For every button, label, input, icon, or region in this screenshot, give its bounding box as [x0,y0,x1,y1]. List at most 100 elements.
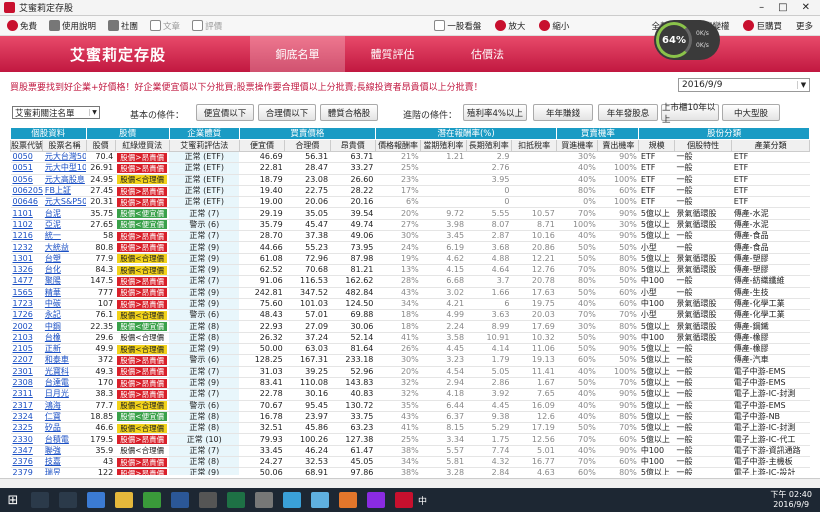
stock-code-link[interactable]: 1101 [10,207,43,220]
folder-icon[interactable] [115,492,133,508]
stock-name-link[interactable]: 矽品 [42,422,87,435]
table-row[interactable]: 1101 台泥 35.75 股價<便宜價 正常 (7) 29.19 35.05 39.54 20… [10,207,810,220]
community-button[interactable]: 社團 [105,19,141,33]
filter-qualified-button[interactable]: 體質合格股 [320,104,378,121]
stock-code-link[interactable]: 00646 [10,196,43,209]
table-row[interactable]: 2301 光寶科 49.3 股價>昂貴價 正常 (7) 31.03 39.25 52.96 20… [10,366,810,378]
stock-code-link[interactable]: 1232 [10,241,43,254]
table-row[interactable]: 1232 大統益 80.8 股價>昂貴價 正常 (9) 44.66 55.23 73.95 24… [10,241,810,254]
stock-name-link[interactable]: 元大台灣50 [42,151,87,164]
table-row[interactable]: 2105 正新 49.9 股價<合理價 正常 (9) 50.00 63.03 81.64 26%… [10,343,810,356]
table-row[interactable]: 00646元大S&P50020.31股價>昂貴價正常 (ETF)19.0020.… [10,196,810,209]
table-row[interactable]: 2330 台積電 179.5 股價>昂貴價 正常 (10) 79.93 100.26 127.… [10,433,810,446]
stock-code-link[interactable]: 1477 [10,275,43,288]
purchased-button[interactable]: 巨購買 [740,19,785,33]
column-header[interactable]: 股票名稱 [42,139,87,152]
table-row[interactable]: 1301 台塑 77.9 股價<合理價 正常 (9) 61.08 72.96 87.98 19%… [10,253,810,265]
column-header[interactable]: 買進機率 [556,139,599,152]
stock-name-link[interactable]: 台橡 [42,332,87,345]
table-row[interactable]: 2308 台達電 170 股價>昂貴價 正常 (9) 83.41 110.08 143.83 3… [10,377,810,390]
taskbar-clock[interactable]: 下午 02:40 2016/9/9 [770,490,820,510]
stock-name-link[interactable]: 中碳 [42,298,87,311]
table-row[interactable]: 1723 中碳 107 股價>昂貴價 正常 (9) 75.60 101.03 124.50 34… [10,298,810,311]
stock-code-link[interactable]: 1726 [10,309,43,322]
table-row[interactable]: 1726 永記 76.1 股價<合理價 警示 (6) 48.43 57.01 69.88 18%… [10,309,810,322]
list-select[interactable]: 艾蜜莉關注名單 ▼ [12,106,100,119]
stock-code-link[interactable]: 2325 [10,422,43,435]
column-header[interactable]: 紅綠燈買法 [114,139,170,152]
table-row[interactable]: 2317 鴻海 77.7 股價<合理價 警示 (6) 70.67 95.45 130.72 35… [10,400,810,412]
zoom-out-button[interactable]: 縮小 [536,19,572,33]
stock-name-link[interactable]: 聚陽 [42,275,87,288]
date-select[interactable]: 2016/9/9 ▼ [678,78,810,92]
stock-code-link[interactable]: 1102 [10,219,43,232]
column-header[interactable]: 艾蜜莉評估法 [168,139,240,152]
stock-code-link[interactable]: 2330 [10,433,43,446]
table-row[interactable]: 2379 瑞昱 122 股價>昂貴價 正常 (9) 50.06 68.91 97.86 38% 3… [10,467,810,475]
column-header[interactable]: 昂貴價 [329,139,376,152]
stock-code-link[interactable]: 006205 [10,185,43,198]
network-gauge[interactable]: 64% 0K/s 0K/s [654,20,720,60]
more-button[interactable]: 更多 [793,19,816,33]
app-icon[interactable] [255,492,273,508]
zoom-in-button[interactable]: 放大 [492,19,528,33]
stock-code-link[interactable]: 2317 [10,400,43,412]
stock-name-link[interactable]: 精華 [42,287,87,299]
stock-code-link[interactable]: 2103 [10,332,43,345]
stock-name-link[interactable]: 元大中型100 [42,162,87,175]
reviews-button[interactable]: 評價 [189,19,225,33]
stock-name-link[interactable]: 仁寶 [42,411,87,424]
table-row[interactable]: 1477 聚陽 147.5 股價>昂貴價 正常 (7) 91.06 116.53 162.62… [10,275,810,288]
column-header[interactable]: 賣出機率 [597,139,640,152]
table-row[interactable]: 0051元大中型10026.91股價>昂貴價正常 (ETF)22.8128.47… [10,162,810,175]
stock-name-link[interactable]: 永記 [42,309,87,322]
stock-code-link[interactable]: 1723 [10,298,43,311]
column-header[interactable]: 長期殖利率 [465,139,512,152]
stock-name-link[interactable]: 光寶科 [42,366,87,378]
excel-icon[interactable] [227,492,245,508]
column-header[interactable]: 產業分類 [731,139,810,152]
quote-button[interactable]: 一股看盤 [431,19,484,33]
stock-code-link[interactable]: 2301 [10,366,43,378]
column-header[interactable]: 個股特性 [673,139,733,152]
filter-below-fair-button[interactable]: 合理價以下 [258,104,316,121]
table-row[interactable]: 0050 元大台灣50 70.4 股價>昂貴價 正常 (ETF) 46.69 56.31 63… [10,151,810,164]
stock-code-link[interactable]: 0051 [10,162,43,175]
free-button[interactable]: 免費 [4,19,40,33]
word-icon[interactable] [171,492,189,508]
stock-name-link[interactable]: 台塑 [42,253,87,265]
table-row[interactable]: 2002 中鋼 22.35 股價<便宜價 正常 (8) 22.93 27.09 30.06 18… [10,320,810,333]
table-row[interactable]: 006205 FB上証 27.45 股價>昂貴價 正常 (ETF) 19.40 22.75 2… [10,185,810,198]
stock-code-link[interactable]: 2311 [10,388,43,401]
column-header[interactable]: 當期殖利率 [420,139,467,152]
stock-code-link[interactable]: 2105 [10,343,43,356]
stock-name-link[interactable]: FB上証 [42,185,87,198]
stock-code-link[interactable]: 1326 [10,264,43,277]
stock-code-link[interactable]: 2324 [10,411,43,424]
emily-app-icon[interactable] [395,492,413,508]
app-icon[interactable] [367,492,385,508]
stock-code-link[interactable]: 1216 [10,230,43,243]
stock-name-link[interactable]: 大統益 [42,241,87,254]
stock-name-link[interactable]: 元大S&P500 [42,196,87,209]
column-header[interactable]: 扣抵稅率 [510,139,558,152]
column-header[interactable]: 股價 [85,139,116,152]
chevron-down-icon[interactable]: ▼ [89,109,99,116]
table-row[interactable]: 2376 技嘉 43 股價>昂貴價 正常 (8) 24.27 32.53 45.05 34% 5.… [10,456,810,469]
filter-listed-button[interactable]: 上市櫃10年以上 [661,103,719,125]
stock-code-link[interactable]: 0056 [10,174,43,186]
table-row[interactable]: 1102 亞泥 27.65 股價<便宜價 警示 (6) 35.79 45.47 49.74 27… [10,219,810,232]
app-icon[interactable] [283,492,301,508]
tab-stock-list[interactable]: 銅底名單 [250,36,345,72]
stock-name-link[interactable]: 台泥 [42,207,87,220]
column-header[interactable]: 股票代號 [10,139,44,152]
stock-code-link[interactable]: 1301 [10,253,43,265]
stock-name-link[interactable]: 日月光 [42,388,87,401]
stock-name-link[interactable]: 正新 [42,343,87,356]
help-button[interactable]: 使用說明 [46,19,99,33]
stock-name-link[interactable]: 亞泥 [42,219,87,232]
stock-name-link[interactable]: 技嘉 [42,456,87,469]
chrome-icon[interactable] [143,492,161,508]
stock-code-link[interactable]: 2308 [10,377,43,390]
table-row[interactable]: 2207 和泰車 372 股價>昂貴價 警示 (6) 128.25 167.31 233.18… [10,354,810,367]
